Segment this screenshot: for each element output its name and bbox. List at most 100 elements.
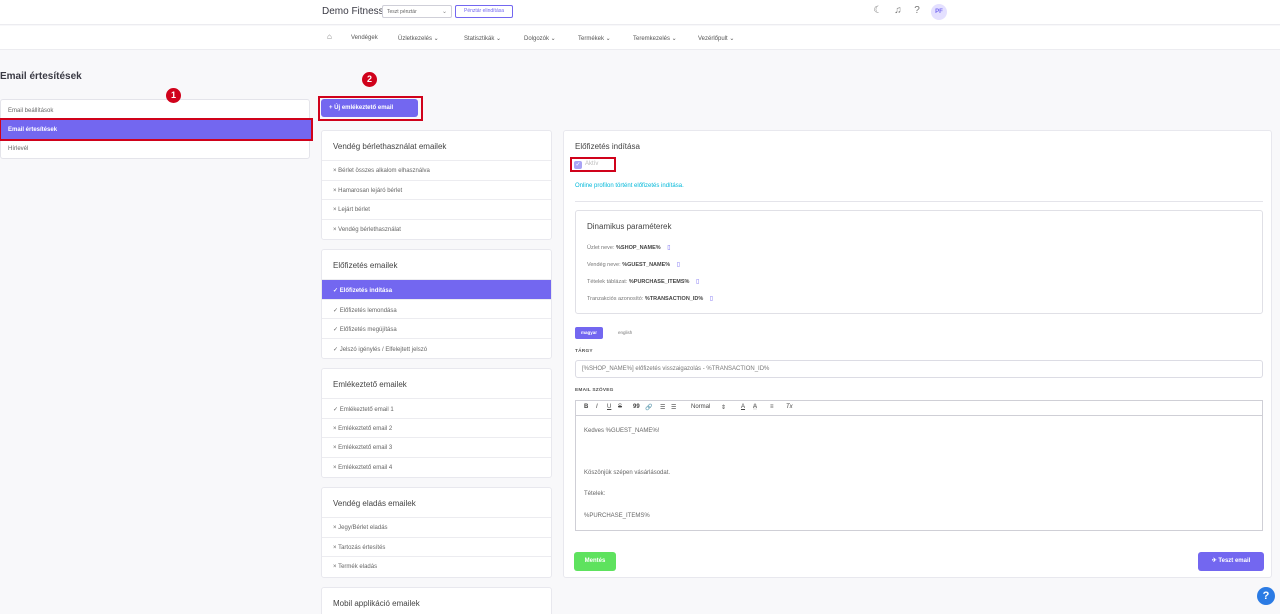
link-icon[interactable]: 🔗: [645, 404, 652, 411]
background-color-icon[interactable]: A: [753, 404, 758, 410]
editor-toolbar: B I U S 99 🔗 ☰ ☰ Normal ⇕ A A ≡ Tx: [575, 400, 1263, 416]
save-button[interactable]: Mentés: [574, 552, 616, 571]
dynamic-params-title: Dinamikus paraméterek: [587, 222, 672, 231]
nav-item-rooms[interactable]: Teremkezelés ⌄: [633, 35, 677, 42]
dynamic-params-box: Dinamikus paraméterek Üzlet neve: %SHOP_…: [575, 210, 1263, 314]
settings-sidebar: Email beállítások Email értesítések Hírl…: [0, 99, 313, 159]
help-chat-icon[interactable]: ?: [1257, 587, 1275, 605]
start-cash-register-button[interactable]: Pénztár elindítása: [455, 5, 513, 18]
clear-format-icon[interactable]: Tx: [786, 404, 793, 410]
param-label: Tételek táblázat:: [587, 279, 628, 285]
list-item[interactable]: × Lejárt bérlet: [322, 200, 551, 220]
nav-item-statistics[interactable]: Statisztikák ⌄: [464, 35, 501, 42]
body-line: Tételek:: [584, 491, 606, 497]
nav-item-products[interactable]: Termékek ⌄: [578, 35, 611, 42]
group-card-pass-usage: Vendég bérlethasználat emailek × Bérlet …: [321, 130, 552, 240]
sidebar-item-newsletter[interactable]: Hírlevél: [1, 139, 311, 158]
bullet-list-icon[interactable]: ☰: [671, 404, 676, 411]
param-label: Üzlet neve:: [587, 245, 615, 251]
list-item[interactable]: ✓ Előfizetés lemondása: [322, 300, 551, 319]
body-label: EMAIL SZÖVEG: [575, 388, 614, 393]
help-icon[interactable]: ?: [911, 5, 923, 17]
list-item[interactable]: ✓ Előfizetés indítása: [322, 280, 551, 300]
list-item[interactable]: × Tartozás értesítés: [322, 538, 551, 557]
italic-icon[interactable]: I: [596, 404, 598, 410]
param-label: Tranzakciós azonosító:: [587, 296, 644, 302]
underline-icon[interactable]: U: [607, 404, 611, 410]
sidebar-item-email-notifications[interactable]: Email értesítések: [0, 118, 313, 141]
nav-item-business[interactable]: Üzletkezelés ⌄: [398, 35, 439, 42]
param-token: %TRANSACTION_ID%: [644, 296, 704, 302]
subject-input[interactable]: [%SHOP_NAME%] előfizetés visszaigazolás …: [575, 360, 1263, 378]
bold-icon[interactable]: B: [584, 404, 588, 410]
body-line: %PURCHASE_ITEMS%: [584, 513, 650, 519]
copy-icon[interactable]: ▯: [667, 244, 670, 251]
text-color-icon[interactable]: A: [741, 404, 745, 410]
copy-icon[interactable]: ▯: [710, 295, 713, 302]
new-reminder-email-button[interactable]: + Új emlékeztető email: [321, 99, 418, 117]
divider: [575, 201, 1263, 202]
group-card-mobile-app: Mobil applikáció emailek: [321, 587, 552, 614]
param-row: Tranzakciós azonosító: %TRANSACTION_ID% …: [587, 295, 713, 302]
list-item[interactable]: × Emlékeztető email 3: [322, 438, 551, 458]
group-title: Vendég bérlethasználat emailek: [322, 131, 551, 161]
active-checkbox[interactable]: ✓: [574, 161, 582, 169]
sidebar-item-email-settings[interactable]: Email beállítások: [1, 101, 311, 120]
email-editor-panel: Előfizetés indítása ✓ Aktív Online profi…: [563, 130, 1272, 578]
test-email-button[interactable]: ✈ Teszt email: [1198, 552, 1264, 571]
list-item[interactable]: × Emlékeztető email 2: [322, 419, 551, 438]
email-body-editor[interactable]: Kedves %GUEST_NAME%! Köszönjük szépen vá…: [575, 416, 1263, 531]
body-line: Köszönjük szépen vásárlásodat.: [584, 470, 671, 476]
param-token: %SHOP_NAME%: [616, 245, 661, 251]
nav-item-dashboard[interactable]: Vezérlőpult ⌄: [698, 35, 734, 42]
param-token: %GUEST_NAME%: [622, 262, 671, 268]
list-item[interactable]: × Bérlet összes alkalom elhasználva: [322, 161, 551, 181]
subject-label: TÁRGY: [575, 349, 593, 354]
home-icon[interactable]: ⌂: [327, 32, 332, 41]
list-item[interactable]: ✓ Emlékeztető email 1: [322, 399, 551, 419]
param-row: Vendég neve: %GUEST_NAME% ▯: [587, 261, 680, 268]
body-line: Kedves %GUEST_NAME%!: [584, 428, 660, 434]
copy-icon[interactable]: ▯: [696, 278, 699, 285]
copy-icon[interactable]: ▯: [677, 261, 680, 268]
list-item[interactable]: ✓ Előfizetés megújítása: [322, 319, 551, 339]
group-card-reminder: Emlékeztető emailek ✓ Emlékeztető email …: [321, 368, 552, 478]
nav-item-guests[interactable]: Vendégek: [351, 35, 378, 41]
page-title: Email értesítések: [0, 71, 82, 82]
tab-lang-english[interactable]: english: [618, 330, 632, 335]
active-label: Aktív: [585, 161, 599, 167]
strike-icon[interactable]: S: [618, 404, 622, 410]
panel-title: Előfizetés indítása: [575, 142, 640, 151]
param-row: Tételek táblázat: %PURCHASE_ITEMS% ▯: [587, 278, 699, 285]
list-item[interactable]: × Termék eladás: [322, 557, 551, 577]
moon-icon[interactable]: ☾: [872, 5, 884, 17]
avatar[interactable]: PF: [931, 4, 947, 20]
step-badge-2: 2: [362, 72, 377, 87]
quote-icon[interactable]: 99: [633, 404, 640, 410]
format-select[interactable]: Normal: [691, 404, 710, 410]
param-token: %PURCHASE_ITEMS%: [628, 279, 690, 285]
align-icon[interactable]: ≡: [770, 404, 774, 410]
top-bar: Demo Fitness Teszt pénztár ⌄ Pénztár eli…: [0, 0, 1280, 25]
step-badge-1: 1: [166, 88, 181, 103]
bell-icon[interactable]: ♫: [892, 5, 904, 17]
panel-description: Online profilon történt előfizetés indít…: [575, 183, 684, 189]
shop-select-value: Teszt pénztár: [387, 9, 417, 15]
list-item[interactable]: × Emlékeztető email 4: [322, 458, 551, 478]
list-item[interactable]: × Vendég bérlethasználat: [322, 220, 551, 240]
group-card-subscription: Előfizetés emailek ✓ Előfizetés indítása…: [321, 249, 552, 359]
main-nav: ⌂ Vendégek Üzletkezelés ⌄ Statisztikák ⌄…: [0, 26, 1280, 50]
brand-name[interactable]: Demo Fitness: [322, 6, 384, 17]
list-item[interactable]: × Hamarosan lejáró bérlet: [322, 181, 551, 200]
chevron-updown-icon[interactable]: ⇕: [721, 404, 726, 411]
shop-select[interactable]: Teszt pénztár ⌄: [382, 5, 452, 18]
nav-item-employees[interactable]: Dolgozók ⌄: [524, 35, 556, 42]
ordered-list-icon[interactable]: ☰: [660, 404, 665, 411]
tab-lang-hungarian[interactable]: magyar: [575, 327, 603, 339]
param-row: Üzlet neve: %SHOP_NAME% ▯: [587, 244, 671, 251]
chevron-down-icon: ⌄: [441, 9, 447, 15]
param-label: Vendég neve:: [587, 262, 621, 268]
list-item[interactable]: ✓ Jelszó igénylés / Elfelejtett jelszó: [322, 339, 551, 359]
group-title: Emlékeztető emailek: [322, 369, 551, 399]
list-item[interactable]: × Jegy/Bérlet eladás: [322, 518, 551, 538]
